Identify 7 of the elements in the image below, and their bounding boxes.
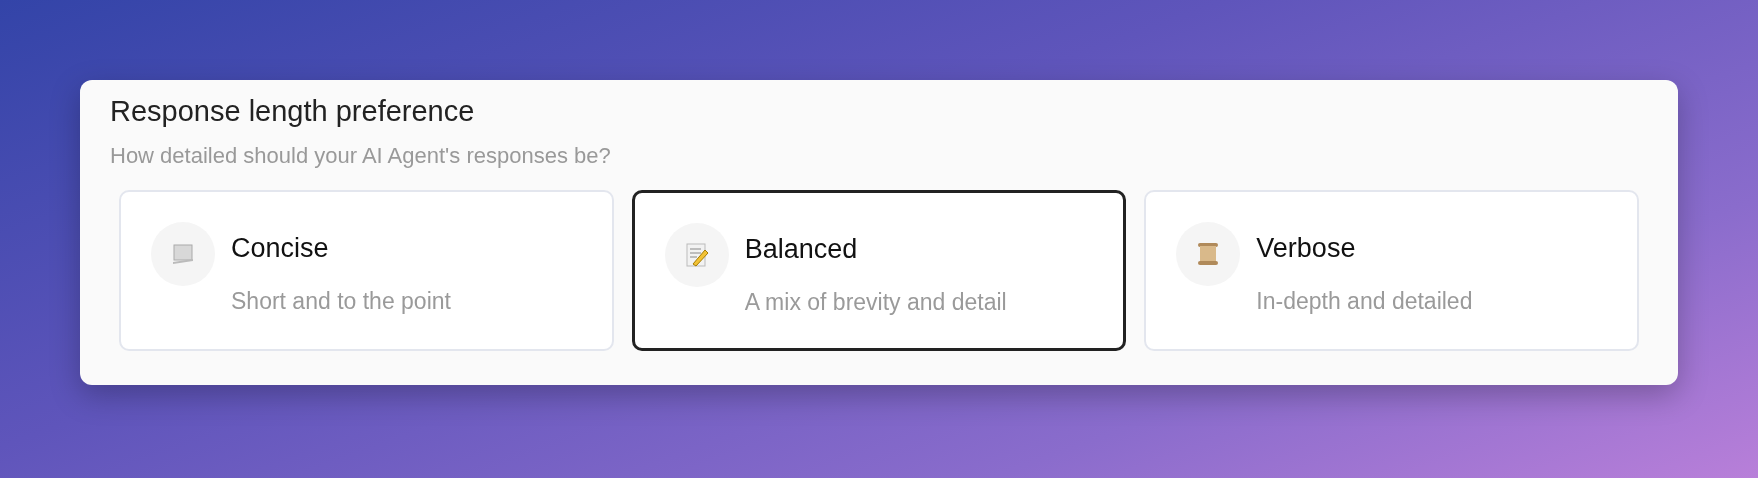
option-card[interactable]: Balanced A mix of brevity and detail: [631, 189, 1127, 351]
option-card[interactable]: Concise Short and to the point: [119, 189, 614, 351]
section-subtitle: How detailed should your AI Agent's responses be?: [110, 141, 612, 170]
paper-icon: [171, 241, 195, 266]
section-title: Response length preference: [110, 94, 476, 129]
memo-pencil-icon: [684, 241, 709, 268]
option-card[interactable]: Verbose In-depth and detailed: [1144, 189, 1639, 351]
